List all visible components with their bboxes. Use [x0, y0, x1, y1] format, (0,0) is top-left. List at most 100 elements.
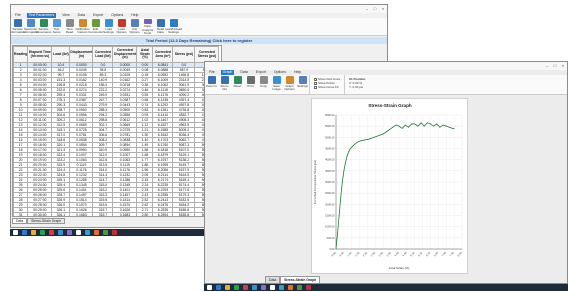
table-cell: 00:30:00: [27, 212, 53, 216]
front-window: – □ × File Graph Data Export Options Help Zoo…: [204, 61, 568, 284]
data-point: [408, 126, 409, 128]
y-axis-label: Corrected Compressive Stress (psi): [313, 160, 317, 204]
ribbon-button[interactable]: Test Setup: [50, 18, 63, 35]
taskbar-app-icon[interactable]: [103, 230, 108, 235]
ribbon-button[interactable]: Time Read: [63, 18, 76, 35]
x-tick-label: 8.00: [456, 250, 463, 257]
taskbar-app-icon[interactable]: [76, 230, 81, 235]
tab-stress-strain[interactable]: Stress-Strain Graph: [27, 218, 66, 224]
data-point: [337, 232, 339, 234]
table-cell: 6.2594: [152, 212, 174, 216]
taskbar-app-icon[interactable]: [216, 285, 221, 290]
ribbon-button[interactable]: Load Options: [115, 18, 128, 35]
column-header[interactable]: Elapsed Time (hh:mm:ss): [27, 46, 53, 63]
ribbon-button-icon: [272, 76, 281, 84]
trial-banner-text[interactable]: Trial Period (12.3 Days Remaining) Click…: [146, 38, 252, 43]
ribbon-button-label: Zoom Out: [220, 84, 229, 92]
taskbar-app-icon[interactable]: [49, 230, 54, 235]
y-tick-label: 5500.00: [325, 124, 335, 128]
table-row[interactable]: 31 00:30:00 326.1 0.1683 315.7 0.1683 2.80 6.25…: [13, 212, 220, 216]
taskbar-app-icon[interactable]: [279, 285, 284, 290]
column-header[interactable]: Reading: [13, 46, 29, 63]
tab-data[interactable]: Data: [12, 218, 28, 224]
back-window-titlebar: – □ ×: [11, 5, 387, 13]
table-cell: 326.1: [51, 212, 71, 216]
taskbar-app-icon[interactable]: [234, 285, 239, 290]
column-header[interactable]: Corrected Load (lbf): [92, 46, 114, 63]
taskbar-app-icon[interactable]: [270, 285, 275, 290]
ribbon-button-label: Copy: [259, 84, 267, 88]
taskbar-app-icon[interactable]: [22, 230, 27, 235]
taskbar-app-icon[interactable]: [288, 285, 293, 290]
close-button[interactable]: ×: [560, 63, 566, 68]
maximize-button[interactable]: □: [552, 63, 558, 68]
taskbar-app-icon[interactable]: [94, 230, 99, 235]
ribbon-button-label: Sample Dimensions: [35, 27, 52, 35]
data-point: [340, 197, 342, 199]
ribbon-button[interactable]: Copy: [257, 75, 270, 95]
taskbar-app-icon[interactable]: [261, 285, 266, 290]
position-readout-y: Y: 0.00 psi: [349, 85, 364, 89]
x-tick-label: 0.50: [338, 250, 345, 257]
taskbar-app-icon[interactable]: [297, 285, 302, 290]
taskbar-app-icon[interactable]: [112, 230, 117, 235]
x-tick-label: 1.50: [354, 250, 361, 257]
bottom-tab[interactable]: Data: [265, 276, 281, 283]
taskbar-app-icon[interactable]: [58, 230, 63, 235]
column-header[interactable]: Corrected Area (in²): [152, 46, 174, 63]
ribbon-button[interactable]: Settings: [296, 75, 309, 95]
ribbon-button[interactable]: Graph Options: [283, 75, 296, 95]
start-icon[interactable]: [207, 285, 212, 290]
start-icon[interactable]: [13, 230, 18, 235]
taskbar-app-icon[interactable]: [40, 230, 45, 235]
ribbon-button[interactable]: Save Image: [270, 75, 283, 95]
ribbon-button[interactable]: Edit Comments: [88, 18, 103, 35]
ribbon-button[interactable]: Load/Unload Settings: [165, 18, 182, 35]
x-tick-label: 4.00: [393, 250, 400, 257]
table-cell: 5185.8: [172, 212, 196, 216]
front-ribbon-buttons: Zoom In Zoom Out Reset Print Copy Save Image G…: [205, 75, 309, 95]
data-point: [404, 124, 406, 126]
ribbon-button[interactable]: Print: [244, 75, 257, 95]
taskbar-app-icon[interactable]: [67, 230, 72, 235]
column-header[interactable]: Displacement (in): [69, 46, 94, 63]
bottom-tab[interactable]: Stress-Strain Graph: [280, 276, 321, 283]
taskbar-app-icon[interactable]: [31, 230, 36, 235]
data-point: [448, 126, 450, 128]
taskbar-app-icon[interactable]: [306, 285, 311, 290]
data-point: [370, 138, 372, 139]
ribbon-button-icon: [233, 76, 242, 84]
data-point: [376, 135, 378, 137]
ribbon-button-icon: [117, 19, 126, 27]
ribbon-button[interactable]: Data Analysis Tools: [141, 18, 154, 35]
data-point: [357, 141, 359, 143]
column-header[interactable]: Axial Strain (%): [136, 46, 154, 63]
trial-banner[interactable]: Trial Period (12.3 Days Remaining) Click…: [11, 37, 387, 44]
ribbon-button-label: Zoom In: [205, 84, 217, 88]
ribbon-button[interactable]: Calibration Factors: [75, 18, 90, 35]
taskbar-app-icon[interactable]: [225, 285, 230, 290]
column-header[interactable]: Corrected Displacement (in): [112, 46, 138, 63]
minimize-button[interactable]: –: [364, 6, 370, 11]
ribbon-button[interactable]: Reset: [231, 75, 244, 95]
graph-option-label: Show Curve Fit: [318, 85, 339, 89]
taskbar-app-icon[interactable]: [243, 285, 248, 290]
ribbon-button[interactable]: Zoom In: [205, 75, 218, 95]
ribbon-button[interactable]: Load Settings: [102, 18, 115, 35]
column-header[interactable]: Load (lbf): [51, 46, 71, 63]
checkbox[interactable]: [314, 85, 317, 89]
data-point: [345, 162, 346, 164]
data-table: Reading Elapsed Time (hh:mm:ss) Load (lbf)…: [13, 46, 220, 216]
ribbon-button[interactable]: Sample Dimensions: [35, 18, 52, 35]
taskbar-app-icon[interactable]: [252, 285, 257, 290]
close-button[interactable]: ×: [380, 6, 386, 11]
taskbar-app-icon[interactable]: [85, 230, 90, 235]
data-point: [367, 139, 368, 141]
minimize-button[interactable]: –: [544, 63, 550, 68]
graph-option[interactable]: Show Curve Fit: [314, 85, 340, 89]
column-header[interactable]: Stress (psi): [172, 46, 196, 63]
ribbon-button[interactable]: Unit Options: [128, 18, 141, 35]
ribbon-button[interactable]: Zoom Out: [218, 75, 231, 95]
table-cell: 0.1683: [69, 212, 94, 216]
maximize-button[interactable]: □: [372, 6, 378, 11]
